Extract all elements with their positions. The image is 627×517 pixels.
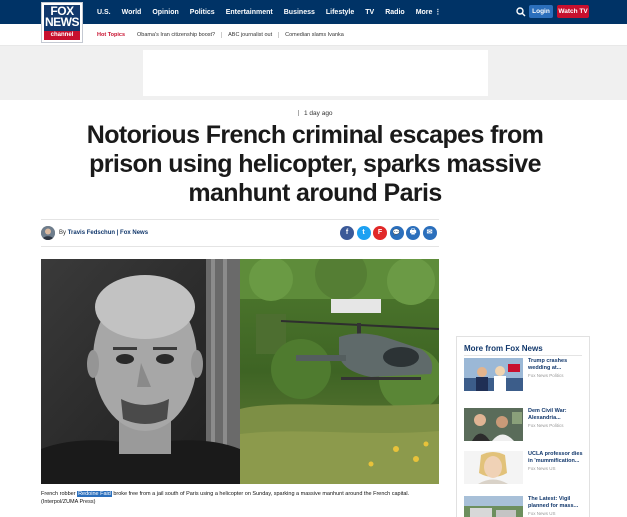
author-avatar[interactable] xyxy=(41,226,55,240)
comments-icon[interactable]: 💬 xyxy=(389,226,404,240)
article-byline: By Travis Fedschun | Fox News xyxy=(59,230,148,236)
facebook-icon[interactable]: f xyxy=(340,226,354,240)
thumbnail-art xyxy=(464,496,523,517)
article-lead-image[interactable] xyxy=(41,259,439,484)
sidebar-story[interactable]: The Latest: Vigil planned for mass... Fo… xyxy=(464,496,589,517)
search-icon[interactable] xyxy=(516,7,526,17)
thumbnail-art xyxy=(464,408,523,441)
fox-news-logo[interactable]: FOX NEWS channel xyxy=(41,2,83,43)
logo-text-channel: channel xyxy=(44,31,80,40)
caption-text-start: French robber xyxy=(41,491,78,497)
share-buttons: f t F 💬 🖶 ✉ xyxy=(340,226,439,240)
nav-item-business[interactable]: Business xyxy=(284,9,315,16)
image-caption: French robber Redoine Faid broke free fr… xyxy=(41,490,439,506)
logo-text-news: NEWS xyxy=(45,15,80,29)
story-source: Fox News US xyxy=(528,466,556,471)
login-button[interactable]: Login xyxy=(529,5,553,18)
story-source: Fox News Politics xyxy=(528,423,564,428)
sidebar-story[interactable]: Trump crashes wedding at... Fox News Pol… xyxy=(464,358,589,394)
hot-topic-link[interactable]: Comedian slams Ivanka xyxy=(279,32,350,38)
story-title[interactable]: Trump crashes wedding at... xyxy=(528,358,588,372)
story-title[interactable]: The Latest: Vigil planned for mass... xyxy=(528,496,588,510)
story-source: Fox News US xyxy=(528,511,556,516)
nav-item-lifestyle[interactable]: Lifestyle xyxy=(326,9,354,16)
main-nav-links: U.S. World Opinion Politics Entertainmen… xyxy=(97,0,452,24)
story-thumbnail[interactable] xyxy=(464,358,523,391)
article-headline: Notorious French criminal escapes from p… xyxy=(86,121,544,207)
email-icon[interactable]: ✉ xyxy=(422,226,437,240)
hot-topics-bar: Hot Topics Obama's Iran citizenship boos… xyxy=(0,24,627,46)
thumbnail-art xyxy=(464,451,523,484)
twitter-icon[interactable]: t xyxy=(356,226,371,240)
sidebar-story[interactable]: UCLA professor dies in 'mummification...… xyxy=(464,451,589,487)
print-icon[interactable]: 🖶 xyxy=(406,226,420,240)
watch-tv-button[interactable]: Watch TV xyxy=(557,5,589,18)
sidebar-divider xyxy=(464,355,582,356)
divider xyxy=(41,219,439,220)
hot-topic-link[interactable]: ABC journalist out xyxy=(222,32,280,38)
story-thumbnail[interactable] xyxy=(464,408,523,441)
caption-highlighted-name: Redoine Faid xyxy=(77,491,112,497)
story-title[interactable]: UCLA professor dies in 'mummification... xyxy=(528,451,588,465)
hot-topics-label: Hot Topics xyxy=(97,32,126,38)
sidebar-title: More from Fox News xyxy=(464,344,543,353)
nav-item-tv[interactable]: TV xyxy=(365,9,374,16)
sidebar-story[interactable]: Dem Civil War: Alexandria... Fox News Po… xyxy=(464,408,589,444)
ad-band xyxy=(0,46,627,100)
timestamp-text: 1 day ago xyxy=(304,110,333,117)
flipboard-icon[interactable]: F xyxy=(373,226,387,240)
nav-item-us[interactable]: U.S. xyxy=(97,9,111,16)
nav-item-world[interactable]: World xyxy=(122,9,142,16)
nav-item-politics[interactable]: Politics xyxy=(190,9,215,16)
nav-item-more[interactable]: More ⋮ xyxy=(416,8,442,16)
story-source: Fox News Politics xyxy=(528,373,564,378)
avatar-image xyxy=(41,226,55,240)
hot-topic-link[interactable]: Obama's Iran citizenship boost? xyxy=(131,32,223,38)
story-thumbnail[interactable] xyxy=(464,451,523,484)
thumbnail-art xyxy=(464,358,523,391)
nav-item-radio[interactable]: Radio xyxy=(385,9,404,16)
ad-slot[interactable] xyxy=(143,50,488,96)
story-thumbnail[interactable] xyxy=(464,496,523,517)
nav-item-opinion[interactable]: Opinion xyxy=(152,9,178,16)
divider xyxy=(41,246,439,247)
article-timestamp: 1 day ago xyxy=(298,110,333,117)
lead-image-art xyxy=(41,259,439,484)
author-link[interactable]: Travis Fedschun | Fox News xyxy=(68,230,148,236)
story-title[interactable]: Dem Civil War: Alexandria... xyxy=(528,408,588,422)
more-from-fox-news-panel: More from Fox News Trump crashes wedding… xyxy=(456,336,590,517)
byline-prefix: By xyxy=(59,230,67,236)
timestamp-divider xyxy=(298,110,299,117)
nav-item-entertainment[interactable]: Entertainment xyxy=(226,9,273,16)
